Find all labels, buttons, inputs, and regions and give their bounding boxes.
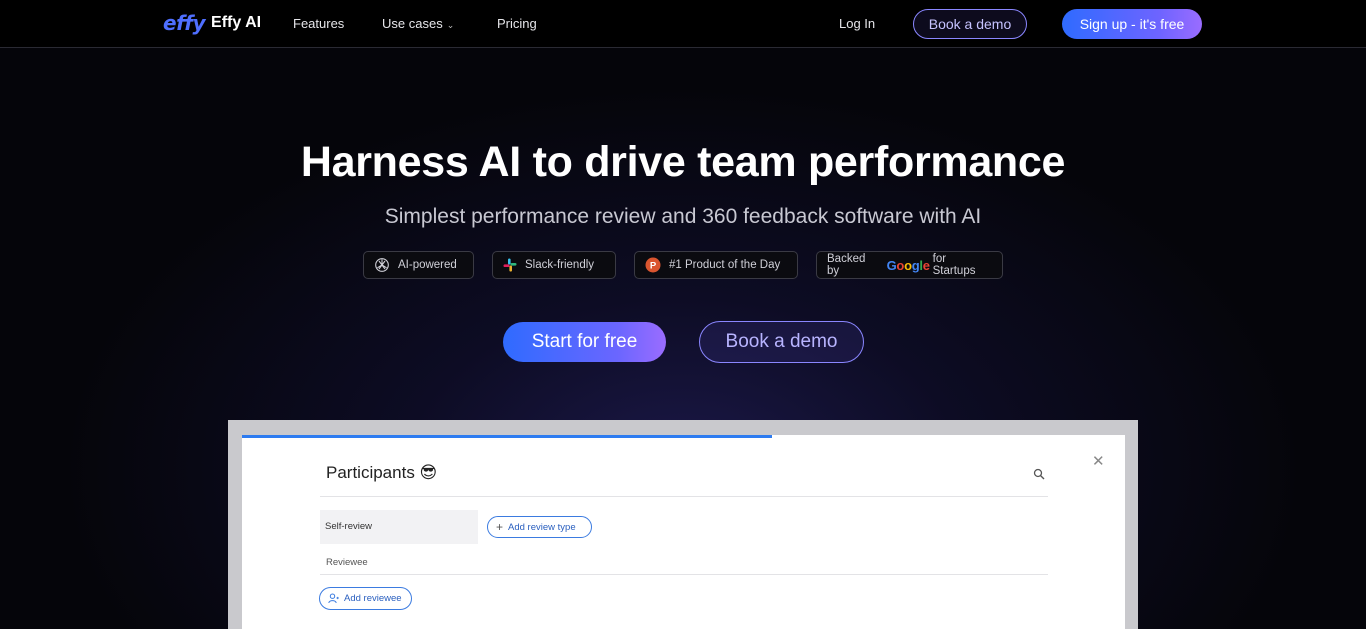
participants-modal: Participants 😎 ✕ Self-review + Add revie…	[242, 435, 1125, 629]
start-free-button[interactable]: Start for free	[503, 322, 666, 362]
signup-button[interactable]: Sign up - it's free	[1062, 9, 1202, 39]
badge-ai-label: AI-powered	[398, 259, 457, 271]
badge-ai-powered: AI-powered	[363, 251, 474, 279]
nav-book-demo-button[interactable]: Book a demo	[913, 9, 1027, 39]
logo-text: Effy AI	[211, 14, 262, 31]
top-nav: effy Effy AI Features Use cases ⌄ Pricing…	[0, 0, 1366, 48]
add-review-type-button[interactable]: + Add review type	[487, 516, 592, 538]
nav-use-cases[interactable]: Use cases ⌄	[382, 16, 454, 31]
add-review-type-label: Add review type	[508, 521, 576, 533]
chevron-down-icon: ⌄	[446, 20, 455, 30]
badge-slack-label: Slack-friendly	[525, 259, 595, 271]
nav-pricing[interactable]: Pricing	[497, 16, 537, 31]
add-reviewee-label: Add reviewee	[344, 593, 402, 604]
logo-mark: effy	[163, 11, 206, 35]
participants-title: Participants 😎	[326, 463, 438, 482]
self-review-cell: Self-review	[320, 510, 478, 544]
login-link[interactable]: Log In	[839, 16, 875, 31]
svg-text:P: P	[650, 261, 657, 272]
badge-product-of-day: P #1 Product of the Day	[634, 251, 798, 279]
divider	[320, 496, 1048, 497]
nav-use-cases-label: Use cases	[382, 16, 443, 31]
divider	[320, 574, 1048, 575]
search-icon[interactable]	[1033, 467, 1045, 480]
badge-backed-label: Backed by	[827, 253, 866, 277]
person-add-icon	[328, 593, 339, 604]
hero-title: Harness AI to drive team performance	[300, 138, 1066, 186]
plus-icon: +	[496, 520, 504, 534]
slack-icon	[503, 258, 517, 272]
nav-features[interactable]: Features	[293, 16, 344, 31]
openai-icon	[374, 257, 390, 273]
google-logo: Google	[886, 257, 930, 273]
add-reviewee-button[interactable]: Add reviewee	[319, 587, 412, 610]
badge-slack-friendly: Slack-friendly	[492, 251, 616, 279]
reviewee-header: Reviewee	[326, 557, 368, 568]
close-icon[interactable]: ✕	[1092, 452, 1105, 470]
hero-subtitle: Simplest performance review and 360 feed…	[384, 205, 982, 228]
app-preview: Participants 😎 ✕ Self-review + Add revie…	[228, 420, 1138, 629]
hero-book-demo-button[interactable]: Book a demo	[699, 321, 864, 363]
badge-startups-label: for Startups	[932, 253, 976, 277]
product-hunt-icon: P	[645, 257, 661, 273]
badge-product-label: #1 Product of the Day	[669, 259, 781, 271]
logo[interactable]: effy Effy AI	[163, 11, 261, 35]
progress-bar	[242, 435, 772, 438]
badge-google-startups: Backed by Google for Startups	[816, 251, 1003, 279]
